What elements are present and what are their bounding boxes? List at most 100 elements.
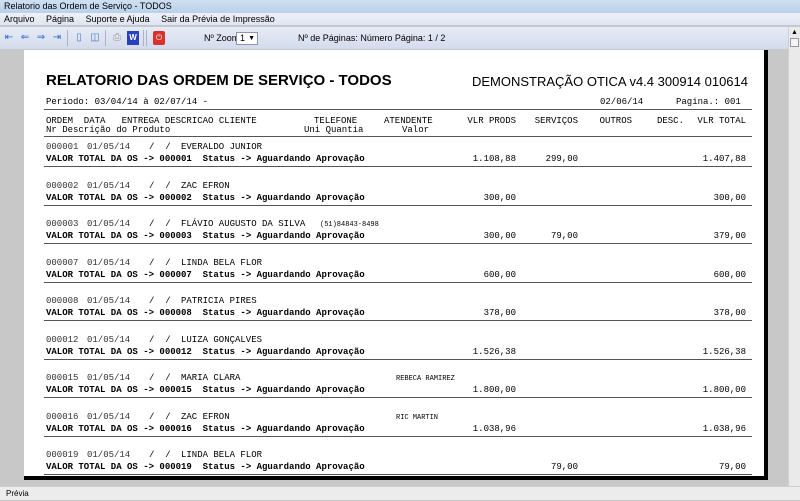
record-ordem: 000003 xyxy=(46,219,79,229)
record-summary: VALOR TOTAL DA OS -> 000008 Status -> Ag… xyxy=(46,308,365,318)
record-vlr-total: 1.800,00 xyxy=(702,385,746,395)
record-cliente: LINDA BELA FLOR xyxy=(181,257,263,268)
record-cliente: ZAC EFRON xyxy=(181,411,230,422)
record-cliente: LUIZA GONÇALVES xyxy=(181,334,263,345)
record-vlr-prods: 1.526,38 xyxy=(472,346,516,357)
company-info: DEMONSTRAÇÃO OTICA v4.4 300914 010614 xyxy=(471,74,748,89)
record-ordem: 000008 xyxy=(46,296,79,306)
header-uni-quantia: Uni Quantia xyxy=(304,125,364,135)
record-entrega: / / xyxy=(149,334,171,345)
record-ordem: 000015 xyxy=(46,373,79,383)
header-vlr-total: VLR TOTAL xyxy=(697,116,746,126)
record-divider xyxy=(44,166,752,167)
record-ordem: 000016 xyxy=(46,411,79,422)
record-servicos: 299,00 xyxy=(545,154,578,164)
print-icon[interactable]: ⎙ xyxy=(111,31,123,45)
record-divider xyxy=(44,204,752,206)
record-cliente: FLÁVIO AUGUSTO DA SILVA xyxy=(181,219,306,229)
vertical-scrollbar[interactable]: ▲ xyxy=(788,27,800,486)
record-divider xyxy=(44,397,752,398)
record-vlr-total: 79,00 xyxy=(718,462,746,472)
record-summary: VALOR TOTAL DA OS -> 000002 Status -> Ag… xyxy=(46,192,365,203)
record-summary: VALOR TOTAL DA OS -> 000003 Status -> Ag… xyxy=(46,231,365,241)
record-summary: VALOR TOTAL DA OS -> 000019 Status -> Ag… xyxy=(46,462,365,472)
menu-bar: Arquivo Página Suporte e Ajuda Sair da P… xyxy=(0,13,800,26)
record-ordem: 000012 xyxy=(46,334,79,345)
header-vlr-prods: VLR PRODS xyxy=(467,116,516,126)
menu-sair[interactable]: Sair da Prévia de Impressão xyxy=(161,14,275,24)
record-summary: VALOR TOTAL DA OS -> 000007 Status -> Ag… xyxy=(46,269,365,280)
prev-page-icon[interactable]: ⇐ xyxy=(19,31,31,45)
record-vlr-prods: 300,00 xyxy=(483,192,516,203)
record-vlr-prods: 1.800,00 xyxy=(472,385,516,395)
record-ordem: 000002 xyxy=(46,180,79,191)
record-divider xyxy=(44,281,752,283)
menu-suporte[interactable]: Suporte e Ajuda xyxy=(86,14,150,24)
first-page-icon[interactable]: ⇤ xyxy=(3,31,15,45)
record-data: 01/05/14 xyxy=(87,142,131,152)
record-data: 01/05/14 xyxy=(87,411,131,422)
record-entrega: / / xyxy=(149,219,171,229)
report-date: 02/06/14 xyxy=(600,97,644,107)
zoom-select[interactable]: 1 ▼ xyxy=(236,32,258,45)
record-summary: VALOR TOTAL DA OS -> 000012 Status -> Ag… xyxy=(46,346,365,357)
menu-arquivo[interactable]: Arquivo xyxy=(4,14,35,24)
two-page-icon[interactable]: ◫ xyxy=(89,31,101,45)
scroll-thumb[interactable] xyxy=(790,38,799,47)
record-data: 01/05/14 xyxy=(87,450,131,460)
record-summary: VALOR TOTAL DA OS -> 000001 Status -> Ag… xyxy=(46,154,365,164)
record-cliente: EVERALDO JUNIOR xyxy=(181,142,263,152)
record-entrega: / / xyxy=(149,296,171,306)
record-data: 01/05/14 xyxy=(87,257,131,268)
record-ordem: 000007 xyxy=(46,257,79,268)
zoom-label: Nº Zoom xyxy=(204,33,240,43)
record-vlr-prods: 600,00 xyxy=(483,269,516,280)
record-data: 01/05/14 xyxy=(87,334,131,345)
header-line2: Nr Descrição do Produto xyxy=(46,125,171,135)
record-ordem: 000019 xyxy=(46,450,79,460)
header-valor: Valor xyxy=(402,125,430,135)
record-cliente: ZAC EFRON xyxy=(181,180,230,191)
record-data: 01/05/14 xyxy=(87,219,131,229)
zoom-value: 1 xyxy=(240,33,246,43)
header-servicos: SERVIÇOS xyxy=(534,116,578,126)
next-page-icon[interactable]: ⇒ xyxy=(35,31,47,45)
record-vlr-prods: 1.108,88 xyxy=(472,154,516,164)
record-entrega: / / xyxy=(149,142,171,152)
record-telefone: (51)84843-8498 xyxy=(320,221,379,229)
record-vlr-total: 1.526,38 xyxy=(702,346,746,357)
record-summary: VALOR TOTAL DA OS -> 000016 Status -> Ag… xyxy=(46,423,365,434)
record-servicos: 79,00 xyxy=(550,231,578,241)
word-export-icon[interactable]: W xyxy=(127,31,139,45)
menu-pagina[interactable]: Página xyxy=(46,14,74,24)
record-vlr-prods: 300,00 xyxy=(483,231,516,241)
record-servicos: 79,00 xyxy=(550,462,578,472)
record-vlr-total: 1.407,88 xyxy=(702,154,746,164)
record-divider xyxy=(44,243,752,244)
record-entrega: / / xyxy=(149,450,171,460)
record-cliente: LINDA BELA FLOR xyxy=(181,450,263,460)
record-vlr-total: 300,00 xyxy=(713,192,746,203)
record-ordem: 000001 xyxy=(46,142,79,152)
record-vlr-total: 1.038,96 xyxy=(702,423,746,434)
single-page-icon[interactable]: ▯ xyxy=(73,31,85,45)
record-vlr-prods: 378,00 xyxy=(483,308,516,318)
record-entrega: / / xyxy=(149,180,171,191)
record-cliente: PATRICIA PIRES xyxy=(181,296,257,306)
record-vlr-total: 378,00 xyxy=(713,308,746,318)
page-count: Nº de Páginas: Número Página: 1 / 2 xyxy=(298,33,446,43)
record-data: 01/05/14 xyxy=(87,180,131,191)
last-page-icon[interactable]: ⇥ xyxy=(51,31,63,45)
status-bar: Prévia xyxy=(0,486,800,500)
period: Periodo: 03/04/14 à 02/07/14 - xyxy=(46,97,209,107)
record-entrega: / / xyxy=(149,411,171,422)
scroll-up-icon[interactable]: ▲ xyxy=(791,29,798,36)
record-divider xyxy=(44,474,752,475)
header-outros: OUTROS xyxy=(599,116,632,126)
close-preview-icon[interactable]: ⏻ xyxy=(153,31,165,45)
record-data: 01/05/14 xyxy=(87,296,131,306)
toolbar: ⇤ ⇐ ⇒ ⇥ ▯ ◫ ⎙ W ⏻ Nº Zoom 1 ▼ Nº de Págin… xyxy=(0,27,788,49)
record-atendente: RIC MARTIN xyxy=(396,413,439,422)
record-entrega: / / xyxy=(149,373,171,383)
report-page: RELATORIO DAS ORDEM DE SERVIÇO - TODOS D… xyxy=(24,50,768,480)
